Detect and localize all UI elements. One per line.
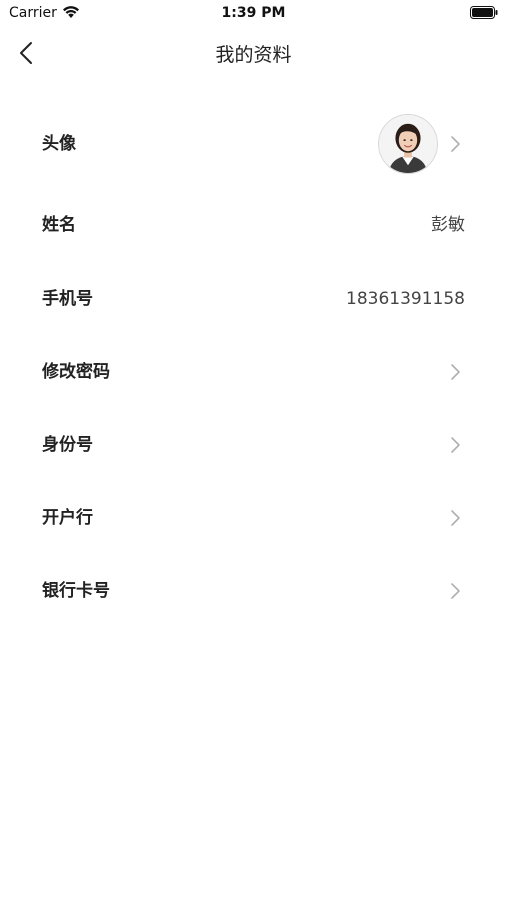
row-name[interactable]: 姓名 彭敏 xyxy=(0,205,507,245)
status-bar: Carrier 1:39 PM xyxy=(0,0,507,28)
avatar xyxy=(378,114,438,174)
chevron-right-icon xyxy=(451,510,460,526)
row-label: 头像 xyxy=(42,134,76,154)
row-bank-card[interactable]: 银行卡号 xyxy=(0,571,507,611)
row-label: 银行卡号 xyxy=(42,581,110,601)
name-value: 彭敏 xyxy=(431,215,465,235)
status-time: 1:39 PM xyxy=(221,5,286,21)
row-label: 手机号 xyxy=(42,289,93,309)
row-change-password[interactable]: 修改密码 xyxy=(0,352,507,392)
phone-value: 18361391158 xyxy=(346,289,465,309)
row-label: 姓名 xyxy=(42,215,76,235)
row-avatar[interactable]: 头像 xyxy=(0,114,507,174)
chevron-right-icon xyxy=(451,364,460,380)
battery-icon xyxy=(470,6,498,19)
row-phone[interactable]: 手机号 18361391158 xyxy=(0,279,507,319)
chevron-right-icon xyxy=(451,583,460,599)
chevron-right-icon xyxy=(451,437,460,453)
chevron-right-icon xyxy=(451,136,460,152)
row-label: 修改密码 xyxy=(42,362,110,382)
row-bank[interactable]: 开户行 xyxy=(0,498,507,538)
nav-bar: 我的资料 xyxy=(0,28,507,78)
page-title: 我的资料 xyxy=(215,44,292,66)
row-label: 身份号 xyxy=(42,435,93,455)
row-id-number[interactable]: 身份号 xyxy=(0,425,507,465)
row-label: 开户行 xyxy=(42,508,93,528)
avatar-portrait-icon xyxy=(379,115,437,173)
